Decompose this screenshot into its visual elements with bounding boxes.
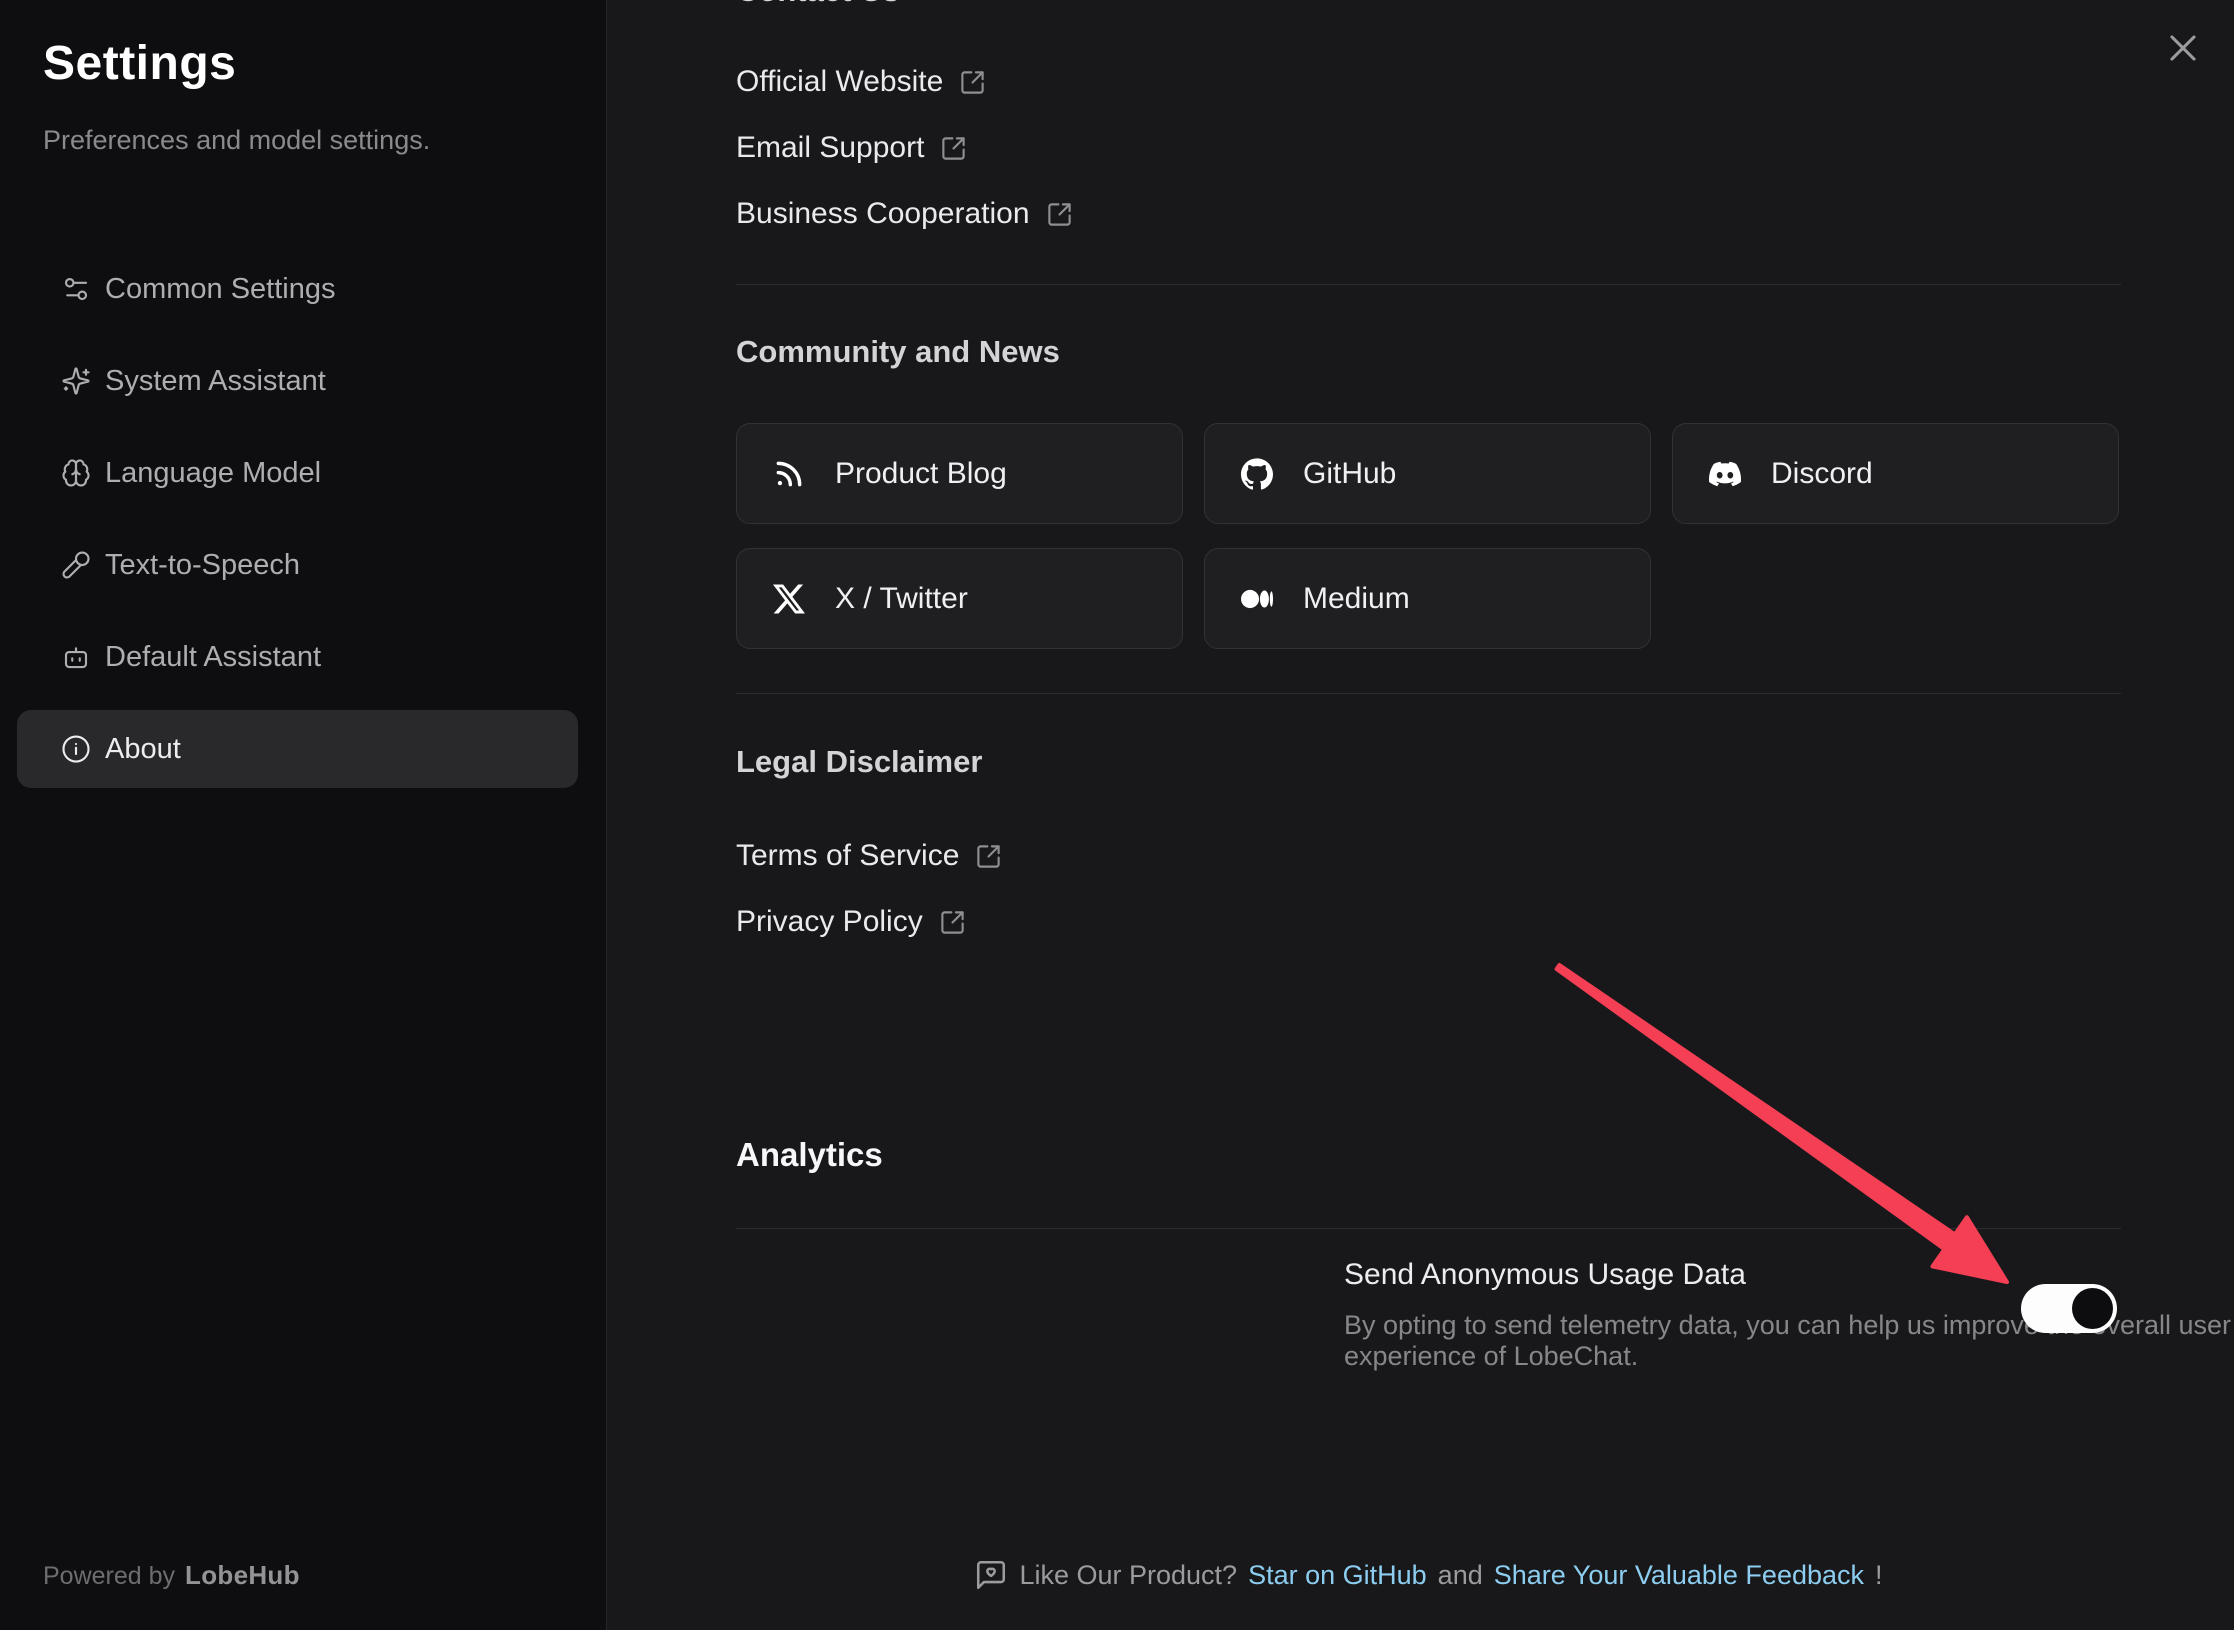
product-blog-button[interactable]: Product Blog — [736, 423, 1183, 524]
message-heart-icon — [974, 1558, 1008, 1592]
sidebar-item-label: Common Settings — [105, 273, 336, 306]
powered-by: Powered by LobeHub — [43, 1560, 300, 1591]
privacy-policy-link[interactable]: Privacy Policy — [736, 898, 966, 946]
sidebar-item-label: About — [105, 733, 181, 766]
discord-icon — [1709, 458, 1741, 490]
github-button[interactable]: GitHub — [1204, 423, 1651, 524]
external-link-icon — [940, 135, 967, 162]
external-link-icon — [939, 909, 966, 936]
settings-nav: Common Settings System Assistant Languag… — [17, 250, 578, 788]
sidebar-item-system-assistant[interactable]: System Assistant — [17, 342, 578, 420]
sidebar-item-label: Text-to-Speech — [105, 549, 300, 582]
official-website-link[interactable]: Official Website — [736, 58, 986, 106]
button-label: GitHub — [1303, 457, 1396, 491]
bot-icon — [61, 642, 91, 672]
external-link-icon — [975, 843, 1002, 870]
info-icon — [61, 734, 91, 764]
email-support-link[interactable]: Email Support — [736, 124, 967, 172]
usage-data-toggle[interactable] — [2021, 1284, 2117, 1333]
page-footer: Like Our Product? Star on GitHub and Sha… — [736, 1558, 2121, 1592]
terms-of-service-link[interactable]: Terms of Service — [736, 832, 1002, 880]
about-panel: Contact Us Official Website Email Suppor… — [608, 0, 2234, 1630]
mic-icon — [61, 550, 91, 580]
button-label: Medium — [1303, 582, 1410, 616]
footer-text: ! — [1875, 1560, 1883, 1591]
community-heading: Community and News — [736, 334, 1060, 370]
github-icon — [1241, 458, 1273, 490]
contact-us-heading-clipped: Contact Us — [736, 0, 1336, 9]
link-label: Privacy Policy — [736, 905, 923, 939]
external-link-icon — [1046, 201, 1073, 228]
x-twitter-button[interactable]: X / Twitter — [736, 548, 1183, 649]
community-buttons: Product Blog GitHub Discord X / Twitter … — [736, 423, 2121, 649]
share-feedback-link[interactable]: Share Your Valuable Feedback — [1494, 1560, 1864, 1591]
sidebar-item-default-assistant[interactable]: Default Assistant — [17, 618, 578, 696]
link-label: Official Website — [736, 65, 943, 99]
discord-button[interactable]: Discord — [1672, 423, 2119, 524]
button-label: Product Blog — [835, 457, 1007, 491]
link-label: Business Cooperation — [736, 197, 1030, 231]
sliders-icon — [61, 274, 91, 304]
button-label: Discord — [1771, 457, 1873, 491]
close-icon[interactable] — [2164, 29, 2202, 67]
sidebar-item-language-model[interactable]: Language Model — [17, 434, 578, 512]
link-label: Email Support — [736, 131, 924, 165]
page-subtitle: Preferences and model settings. — [43, 125, 430, 156]
page-title: Settings — [43, 36, 236, 91]
x-twitter-icon — [773, 583, 805, 615]
legal-heading: Legal Disclaimer — [736, 744, 982, 780]
sidebar-item-label: Language Model — [105, 457, 321, 490]
link-label: Terms of Service — [736, 839, 959, 873]
footer-text: Like Our Product? — [1019, 1560, 1237, 1591]
sidebar-item-text-to-speech[interactable]: Text-to-Speech — [17, 526, 578, 604]
section-divider — [736, 1228, 2121, 1229]
lobehub-brand[interactable]: LobeHub — [185, 1560, 300, 1591]
settings-sidebar: Settings Preferences and model settings.… — [0, 0, 607, 1630]
usage-data-title: Send Anonymous Usage Data — [1344, 1258, 1746, 1292]
brain-icon — [61, 458, 91, 488]
toggle-knob — [2072, 1288, 2113, 1329]
sidebar-item-label: Default Assistant — [105, 641, 321, 674]
powered-by-text: Powered by — [43, 1562, 175, 1591]
sparkles-icon — [61, 366, 91, 396]
button-label: X / Twitter — [835, 582, 968, 616]
external-link-icon — [959, 69, 986, 96]
footer-text: and — [1438, 1560, 1483, 1591]
sidebar-item-common-settings[interactable]: Common Settings — [17, 250, 578, 328]
business-cooperation-link[interactable]: Business Cooperation — [736, 190, 1073, 238]
sidebar-item-label: System Assistant — [105, 365, 326, 398]
contact-us-heading-text: Contact Us — [736, 0, 1336, 9]
medium-button[interactable]: Medium — [1204, 548, 1651, 649]
medium-icon — [1241, 583, 1273, 615]
settings-page: { "window": { "close_label": "close" }, … — [0, 0, 2234, 1630]
section-divider — [736, 693, 2121, 694]
sidebar-item-about[interactable]: About — [17, 710, 578, 788]
rss-icon — [773, 458, 805, 490]
section-divider — [736, 284, 2121, 285]
analytics-heading: Analytics — [736, 1136, 883, 1174]
star-on-github-link[interactable]: Star on GitHub — [1248, 1560, 1427, 1591]
